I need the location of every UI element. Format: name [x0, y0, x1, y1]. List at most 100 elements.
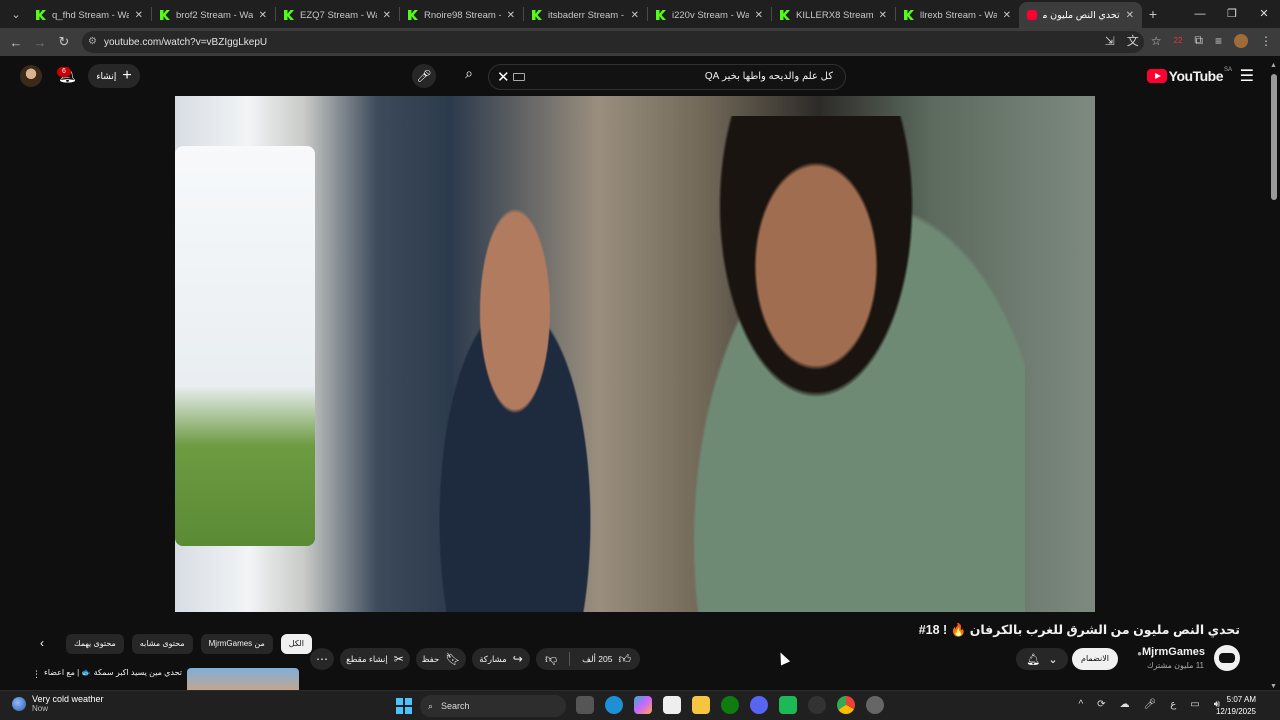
clear-search-icon[interactable]: ✕ [497, 68, 510, 86]
taskbar-clock[interactable]: 5:07 AM 12/19/2025 [1216, 694, 1256, 718]
discord-icon[interactable] [750, 696, 768, 714]
keyboard-icon[interactable] [513, 73, 525, 81]
language-indicator[interactable]: ع [1170, 699, 1176, 710]
like-icon[interactable]: 👍︎ [618, 652, 631, 667]
subscribed-notifications-button[interactable]: 🔔︎ ⌄ [1016, 648, 1068, 670]
close-tab-icon[interactable]: ✕ [755, 10, 763, 21]
browser-tab[interactable]: EZQ7 Stream - Watch✕ [276, 2, 399, 28]
extension-badge-icon[interactable]: 22 [1174, 36, 1183, 45]
minimize-icon[interactable]: — [1184, 0, 1216, 28]
extensions-puzzle-icon[interactable]: ⧉ [1194, 33, 1203, 48]
address-bar[interactable]: ⚙ youtube.com/watch?v=vBZIggLkepU [82, 31, 1144, 53]
media-control-icon[interactable]: ≡ [1215, 34, 1222, 48]
sync-icon[interactable]: ⟳ [1097, 699, 1105, 710]
taskbar-apps [576, 696, 884, 714]
back-icon[interactable]: ← [4, 35, 28, 50]
video-player[interactable] [175, 96, 1095, 612]
video-title: تحدي النص مليون من الشرق للغرب بالكرفان … [918, 623, 1240, 637]
close-tab-icon[interactable]: ✕ [135, 10, 143, 21]
file-explorer-icon[interactable] [692, 696, 710, 714]
like-dislike-group: 👍︎ 205 ألف 👎︎ [536, 648, 640, 670]
scroll-down-icon[interactable]: ▼ [1270, 683, 1277, 690]
recommended-more-icon[interactable]: ⋮ [32, 669, 41, 680]
extensions-area: ⇲ 文 ☆ 22 ⧉ ≡ ⋮ [1105, 32, 1272, 49]
install-app-icon[interactable]: ⇲ [1105, 34, 1115, 48]
taskbar-search[interactable]: ⌕ Search [420, 695, 566, 717]
tray-chevron-icon[interactable]: ^ [1078, 699, 1083, 710]
browser-tab[interactable]: i220v Stream - Watch✕ [648, 2, 771, 28]
scrollbar-thumb[interactable] [1271, 74, 1277, 200]
onedrive-icon[interactable]: ☁ [1120, 699, 1130, 710]
site-info-icon[interactable]: ⚙ [88, 36, 100, 48]
store-icon[interactable] [663, 696, 681, 714]
translate-icon[interactable]: 文 [1127, 32, 1139, 49]
create-button[interactable]: إنشاء + [88, 64, 140, 88]
chips-scroll-left-icon[interactable]: ‹ [40, 636, 44, 650]
browser-tab[interactable]: brof2 Stream - Watch✕ [152, 2, 275, 28]
profile-avatar[interactable] [1234, 33, 1248, 48]
spotify-like-icon[interactable] [808, 696, 826, 714]
channel-name[interactable]: MjrmGames [1142, 646, 1205, 658]
close-tab-icon[interactable]: ✕ [1126, 10, 1134, 21]
chip-from-channel[interactable]: من MjrmGames [200, 634, 273, 654]
close-tab-icon[interactable]: ✕ [1003, 10, 1011, 21]
tab-search-chevron-icon[interactable]: ⌄ [4, 4, 28, 24]
chrome-icon[interactable] [837, 696, 855, 714]
dislike-icon[interactable]: 👎︎ [545, 652, 557, 667]
browser-tab[interactable]: q_fhd Stream - Watch✕ [28, 2, 151, 28]
copilot-icon[interactable] [634, 696, 652, 714]
chip-for-you[interactable]: محتوى يهمك [66, 634, 124, 654]
app-green-icon[interactable] [779, 696, 797, 714]
forward-icon[interactable]: → [28, 35, 52, 50]
chip-all[interactable]: الكل [280, 634, 312, 654]
browser-tab-active[interactable]: تحدي النص مليون من ✕ [1019, 2, 1142, 28]
recommended-title[interactable]: تحدي مين يسيد اكبر سمكة 🐟 | مع اعضاء [44, 668, 182, 677]
channel-avatar[interactable] [1214, 645, 1240, 671]
like-count[interactable]: 205 ألف [582, 654, 612, 665]
windows-start-icon[interactable] [396, 698, 412, 714]
youtube-logo[interactable]: YouTube SA [1146, 67, 1232, 84]
chrome-menu-icon[interactable]: ⋮ [1260, 34, 1272, 48]
restore-icon[interactable]: ❐ [1216, 0, 1248, 28]
search-input[interactable]: ✕ كل علم والديحه واطها بخير QA [488, 64, 846, 90]
more-actions-icon[interactable]: ⋯ [310, 648, 334, 670]
settings-gear-icon[interactable] [866, 696, 884, 714]
browser-tab[interactable]: itsbaderr Stream - Watch✕ [524, 2, 647, 28]
browser-tab[interactable]: KILLERX8 Stream - Watch✕ [772, 2, 895, 28]
network-icon[interactable]: ▭ [1190, 699, 1199, 710]
mic-icon[interactable]: 🎤︎ [1144, 699, 1157, 710]
join-button[interactable]: الانضمام [1072, 648, 1118, 670]
close-tab-icon[interactable]: ✕ [383, 10, 391, 21]
recommended-thumbnail[interactable] [187, 668, 299, 692]
weather-icon [12, 696, 26, 711]
search-icon[interactable]: ⌕ [455, 65, 483, 91]
browser-tabstrip: ⌄ q_fhd Stream - Watch✕ brof2 Stream - W… [0, 0, 1280, 28]
close-tab-icon[interactable]: ✕ [879, 10, 887, 21]
account-avatar[interactable] [20, 65, 42, 87]
kick-icon [284, 10, 294, 20]
kick-icon [656, 10, 666, 20]
url-text: youtube.com/watch?v=vBZIggLkepU [104, 36, 268, 48]
close-tab-icon[interactable]: ✕ [507, 10, 515, 21]
page-scrollbar[interactable]: ▲ ▼ [1270, 62, 1278, 690]
weather-widget[interactable]: Very cold weather Now [12, 694, 104, 713]
close-tab-icon[interactable]: ✕ [259, 10, 267, 21]
reload-icon[interactable]: ↻ [52, 34, 76, 50]
search-icon: ⌕ [428, 700, 434, 711]
new-tab-button[interactable]: + [1142, 6, 1164, 22]
voice-search-mic-icon[interactable]: 🎤︎ [412, 64, 436, 88]
close-window-icon[interactable]: ✕ [1248, 0, 1280, 28]
bookmark-star-icon[interactable]: ☆ [1151, 34, 1162, 48]
edge-icon[interactable] [605, 696, 623, 714]
scroll-up-icon[interactable]: ▲ [1270, 62, 1277, 69]
clip-button[interactable]: ✂ إنشاء مقطع [340, 648, 410, 670]
xbox-icon[interactable] [721, 696, 739, 714]
save-button[interactable]: 🔖︎ حفظ [416, 648, 466, 670]
close-tab-icon[interactable]: ✕ [631, 10, 639, 21]
share-button[interactable]: ↪ مشاركة [472, 648, 530, 670]
chip-related[interactable]: محتوى مشابه [131, 634, 193, 654]
browser-tab[interactable]: Rnoire98 Stream - Watch✕ [400, 2, 523, 28]
browser-tab[interactable]: llrexb Stream - Watch✕ [896, 2, 1019, 28]
guide-menu-icon[interactable]: ☰ [1240, 66, 1254, 86]
task-view-icon[interactable] [576, 696, 594, 714]
